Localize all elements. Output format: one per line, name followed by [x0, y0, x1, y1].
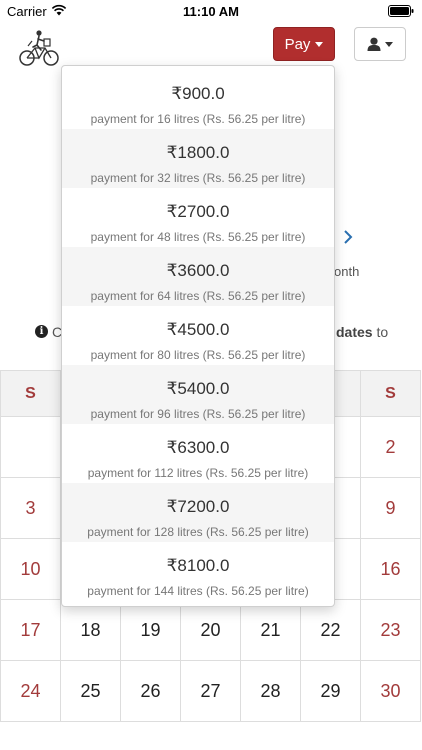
user-icon: [367, 37, 381, 51]
battery-icon: [388, 5, 414, 17]
info-text-fragment-right: dates to: [336, 324, 388, 340]
info-tail-text: to: [372, 324, 389, 340]
payment-option[interactable]: ₹2700.0 payment for 48 litres (Rs. 56.25…: [62, 188, 334, 247]
caret-down-icon: [315, 41, 324, 47]
calendar-day[interactable]: 24: [0, 661, 61, 722]
calendar-day[interactable]: 23: [361, 600, 421, 661]
payment-description: payment for 16 litres (Rs. 56.25 per lit…: [90, 112, 306, 126]
weekday-header: S: [0, 370, 61, 417]
calendar-day[interactable]: 19: [121, 600, 181, 661]
payment-amount: ₹5400.0: [166, 379, 230, 398]
payment-amount: ₹8100.0: [166, 556, 230, 575]
payment-description: payment for 96 litres (Rs. 56.25 per lit…: [90, 407, 306, 421]
info-icon: i: [35, 325, 48, 338]
payment-description: payment for 64 litres (Rs. 56.25 per lit…: [90, 289, 306, 303]
payment-option[interactable]: ₹6300.0 payment for 112 litres (Rs. 56.2…: [62, 424, 334, 483]
caret-down-icon: [385, 41, 393, 47]
calendar-day[interactable]: 26: [121, 661, 181, 722]
calendar-day[interactable]: 9: [361, 478, 421, 539]
calendar-day[interactable]: 22: [301, 600, 361, 661]
calendar-day[interactable]: 21: [241, 600, 301, 661]
payment-amount: ₹3600.0: [166, 261, 230, 280]
payment-amount: ₹2700.0: [166, 202, 230, 221]
chevron-right-icon[interactable]: [342, 228, 354, 246]
status-bar: Carrier 11:10 AM: [0, 0, 422, 22]
payment-option[interactable]: ₹3600.0 payment for 64 litres (Rs. 56.25…: [62, 247, 334, 306]
calendar-day[interactable]: 29: [301, 661, 361, 722]
calendar-day[interactable]: [0, 417, 61, 478]
calendar-day[interactable]: 16: [361, 539, 421, 600]
pay-button[interactable]: Pay: [273, 27, 335, 61]
calendar-day[interactable]: 27: [181, 661, 241, 722]
payment-dropdown-menu: ₹900.0 payment for 16 litres (Rs. 56.25 …: [61, 65, 335, 607]
calendar-day[interactable]: 28: [241, 661, 301, 722]
calendar-day[interactable]: 10: [0, 539, 61, 600]
user-menu-button[interactable]: [354, 27, 406, 61]
info-bold-text: dates: [336, 324, 373, 340]
payment-description: payment for 80 litres (Rs. 56.25 per lit…: [90, 348, 306, 362]
payment-option[interactable]: ₹8100.0 payment for 144 litres (Rs. 56.2…: [62, 542, 334, 601]
payment-description: payment for 128 litres (Rs. 56.25 per li…: [87, 525, 309, 539]
payment-option[interactable]: ₹900.0 payment for 16 litres (Rs. 56.25 …: [62, 70, 334, 129]
month-label-fragment: onth: [334, 264, 360, 279]
clock: 11:10 AM: [183, 4, 239, 19]
payment-description: payment for 48 litres (Rs. 56.25 per lit…: [90, 230, 306, 244]
payment-amount: ₹900.0: [171, 84, 225, 103]
payment-option[interactable]: ₹5400.0 payment for 96 litres (Rs. 56.25…: [62, 365, 334, 424]
weekday-header: S: [361, 370, 421, 417]
pay-button-label: Pay: [284, 35, 311, 53]
payment-option[interactable]: ₹7200.0 payment for 128 litres (Rs. 56.2…: [62, 483, 334, 542]
payment-amount: ₹6300.0: [166, 438, 230, 457]
calendar-day[interactable]: 2: [361, 417, 421, 478]
payment-amount: ₹4500.0: [166, 320, 230, 339]
calendar-day[interactable]: 18: [61, 600, 121, 661]
payment-description: payment for 112 litres (Rs. 56.25 per li…: [87, 466, 309, 480]
calendar-day[interactable]: 20: [181, 600, 241, 661]
payment-amount: ₹1800.0: [166, 143, 230, 162]
payment-amount: ₹7200.0: [166, 497, 230, 516]
calendar-day[interactable]: 17: [0, 600, 61, 661]
calendar-day[interactable]: 3: [0, 478, 61, 539]
payment-option[interactable]: ₹1800.0 payment for 32 litres (Rs. 56.25…: [62, 129, 334, 188]
payment-description: payment for 144 litres (Rs. 56.25 per li…: [87, 584, 309, 598]
payment-description: payment for 32 litres (Rs. 56.25 per lit…: [90, 171, 306, 185]
calendar-day[interactable]: 30: [361, 661, 421, 722]
payment-option[interactable]: ₹4500.0 payment for 80 litres (Rs. 56.25…: [62, 306, 334, 365]
milkman-bicycle-logo[interactable]: [18, 28, 60, 68]
calendar-day[interactable]: 25: [61, 661, 121, 722]
